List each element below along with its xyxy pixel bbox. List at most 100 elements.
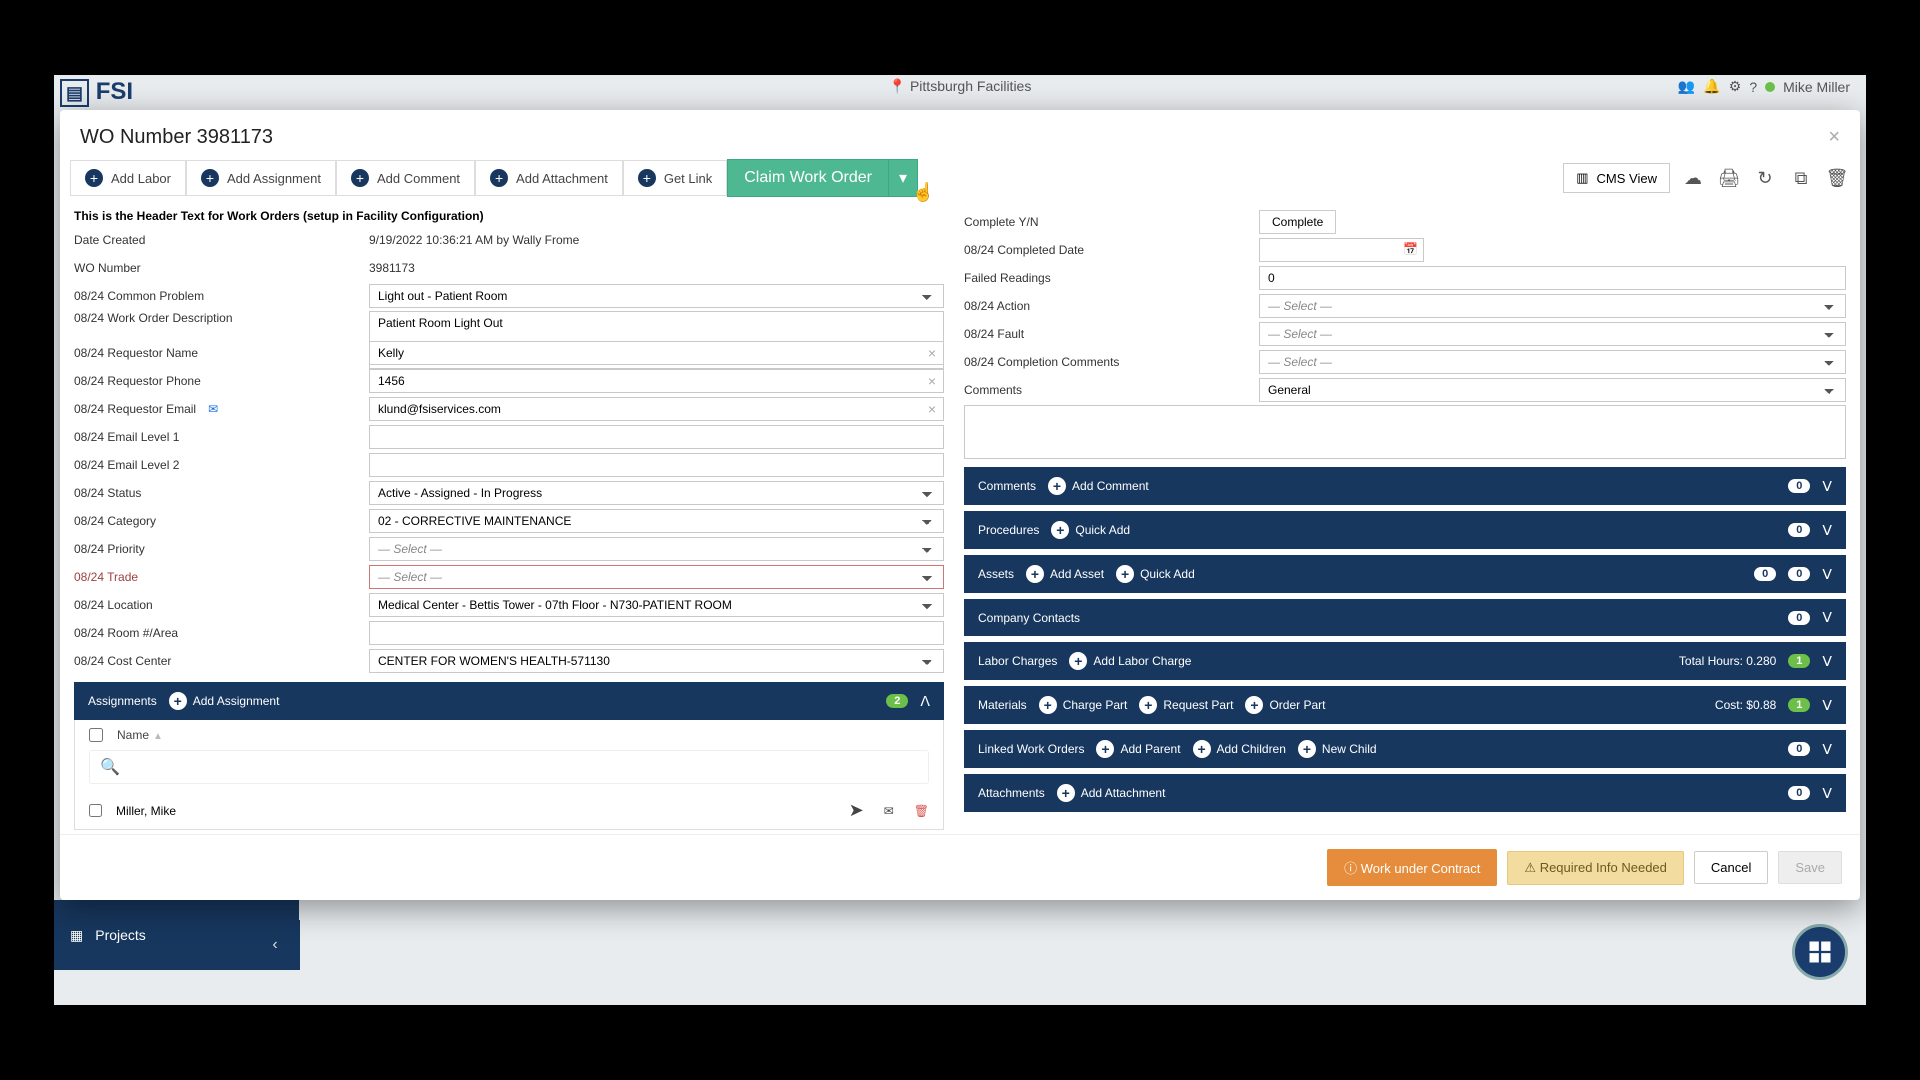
add-children-button[interactable]: +Add Children — [1193, 740, 1286, 758]
assignee-name: Miller, Mike — [116, 804, 176, 818]
category-select[interactable]: 02 - CORRECTIVE MAINTENANCE — [369, 509, 944, 533]
complete-button[interactable]: Complete — [1259, 210, 1336, 234]
assets-quick-add-button[interactable]: +Quick Add — [1116, 565, 1195, 583]
print-icon[interactable]: 🖨 — [1716, 165, 1742, 191]
sort-icon: ▲ — [153, 731, 163, 742]
brand-logo: ▤ FSI — [60, 78, 133, 106]
add-asset-button[interactable]: +Add Asset — [1026, 565, 1104, 583]
requestor-phone-input[interactable] — [369, 369, 944, 393]
location-label: 08/24 Location — [74, 598, 369, 612]
history-icon[interactable]: ↻ — [1752, 165, 1778, 191]
cloud-icon[interactable]: ☁ — [1680, 165, 1706, 191]
add-labor-charge-button[interactable]: +Add Labor Charge — [1069, 652, 1191, 670]
new-child-button[interactable]: +New Child — [1298, 740, 1377, 758]
email-icon[interactable]: ✉ — [208, 402, 218, 416]
chevron-up-icon[interactable]: ᐱ — [920, 693, 930, 710]
work-under-contract-button[interactable]: ⓘ Work under Contract — [1327, 849, 1497, 886]
modal-toolbar: +Add Labor +Add Assignment +Add Comment … — [60, 159, 1860, 205]
requestor-name-input[interactable] — [369, 341, 944, 365]
order-part-button[interactable]: +Order Part — [1245, 696, 1325, 714]
location-select[interactable]: Medical Center - Bettis Tower - 07th Flo… — [369, 593, 944, 617]
facility-name: 📍 Pittsburgh Facilities — [889, 78, 1032, 95]
save-button[interactable]: Save — [1778, 851, 1842, 884]
status-select[interactable]: Active - Assigned - In Progress — [369, 481, 944, 505]
clear-icon[interactable]: × — [928, 345, 936, 361]
name-column-header[interactable]: Name▲ — [117, 728, 163, 742]
mail-icon[interactable]: ✉ — [884, 804, 894, 818]
modal-title: WO Number 3981173 — [80, 126, 273, 149]
calendar-icon[interactable]: 📅 — [1403, 242, 1418, 256]
labor-charges-panel-head[interactable]: Labor Charges +Add Labor Charge Total Ho… — [964, 642, 1846, 680]
copy-icon[interactable]: ⧉ — [1788, 165, 1814, 191]
assignments-count-badge: 2 — [886, 694, 908, 708]
user-menu[interactable]: 👥🔔⚙?Mike Miller — [1678, 78, 1850, 95]
plus-icon: + — [638, 169, 656, 187]
delete-row-icon[interactable]: 🗑 — [914, 804, 929, 818]
materials-panel-head[interactable]: Materials +Charge Part +Request Part +Or… — [964, 686, 1846, 724]
failed-readings-label: Failed Readings — [964, 271, 1259, 285]
add-attachment-panel-button[interactable]: +Add Attachment — [1057, 784, 1166, 802]
add-comment-button[interactable]: +Add Comment — [336, 160, 475, 196]
requestor-name-label: 08/24 Requestor Name — [74, 346, 369, 360]
trade-select[interactable]: — Select — — [369, 565, 944, 589]
email-level-2-input[interactable] — [369, 453, 944, 477]
add-comment-panel-button[interactable]: +Add Comment — [1048, 477, 1149, 495]
common-problem-label: 08/24 Common Problem — [74, 289, 369, 303]
date-created-label: Date Created — [74, 233, 369, 247]
linked-work-orders-panel-head[interactable]: Linked Work Orders +Add Parent +Add Chil… — [964, 730, 1846, 768]
action-select[interactable]: — Select — — [1259, 294, 1846, 318]
assignment-search[interactable]: 🔍 — [89, 750, 929, 784]
chevron-down-icon[interactable]: ᐯ — [1822, 478, 1832, 495]
completion-comments-select[interactable]: — Select — — [1259, 350, 1846, 374]
comments-panel-head[interactable]: Comments +Add Comment 0ᐯ — [964, 467, 1846, 505]
fab-button[interactable] — [1792, 924, 1848, 980]
claim-work-order-button[interactable]: Claim Work Order ▾ — [727, 159, 918, 197]
assets-panel-head[interactable]: Assets +Add Asset +Quick Add 00ᐯ — [964, 555, 1846, 593]
fault-select[interactable]: — Select — — [1259, 322, 1846, 346]
company-contacts-panel-head[interactable]: Company Contacts 0ᐯ — [964, 599, 1846, 636]
work-order-modal: WO Number 3981173 × +Add Labor +Add Assi… — [60, 110, 1860, 900]
get-link-button[interactable]: +Get Link — [623, 160, 727, 196]
completed-date-input[interactable] — [1259, 238, 1424, 262]
priority-select[interactable]: — Select — — [369, 537, 944, 561]
completed-date-label: 08/24 Completed Date — [964, 243, 1259, 257]
add-attachment-button[interactable]: +Add Attachment — [475, 160, 623, 196]
total-hours-label: Total Hours: 0.280 — [1679, 654, 1776, 668]
cms-view-button[interactable]: ▥CMS View — [1563, 163, 1670, 193]
request-part-button[interactable]: +Request Part — [1139, 696, 1233, 714]
room-input[interactable] — [369, 621, 944, 645]
cancel-button[interactable]: Cancel — [1694, 851, 1768, 884]
failed-readings-input[interactable] — [1259, 266, 1846, 290]
procedures-quick-add-button[interactable]: +Quick Add — [1051, 521, 1130, 539]
common-problem-select[interactable]: Light out - Patient Room — [369, 284, 944, 308]
clear-icon[interactable]: × — [928, 401, 936, 417]
email-level-1-input[interactable] — [369, 425, 944, 449]
attachments-panel-head[interactable]: Attachments +Add Attachment 0ᐯ — [964, 774, 1846, 812]
comments-type-select[interactable]: General — [1259, 378, 1846, 402]
add-parent-button[interactable]: +Add Parent — [1096, 740, 1180, 758]
action-label: 08/24 Action — [964, 299, 1259, 313]
delete-icon[interactable]: 🗑 — [1824, 165, 1850, 191]
category-label: 08/24 Category — [74, 514, 369, 528]
modal-close-button[interactable]: × — [1828, 126, 1840, 149]
wo-number-label: WO Number — [74, 261, 369, 275]
required-info-needed-button[interactable]: ⚠ Required Info Needed — [1507, 851, 1683, 885]
clear-icon[interactable]: × — [928, 373, 936, 389]
select-all-checkbox[interactable] — [89, 728, 103, 742]
comments-textarea[interactable] — [964, 405, 1846, 459]
add-assignment-panel-button[interactable]: +Add Assignment — [169, 692, 280, 710]
plus-icon: + — [85, 169, 103, 187]
add-labor-button[interactable]: +Add Labor — [70, 160, 186, 196]
sidebar-collapse-button[interactable]: ‹ — [250, 920, 300, 970]
requestor-email-input[interactable] — [369, 397, 944, 421]
send-icon[interactable]: ➤ — [849, 800, 864, 821]
email-level-1-label: 08/24 Email Level 1 — [74, 430, 369, 444]
requestor-email-label: 08/24 Requestor Email✉ — [74, 402, 369, 416]
add-assignment-button[interactable]: +Add Assignment — [186, 160, 336, 196]
row-checkbox[interactable] — [89, 804, 102, 817]
chevron-down-icon[interactable]: ▾ — [888, 160, 917, 196]
charge-part-button[interactable]: +Charge Part — [1039, 696, 1128, 714]
plus-icon: + — [490, 169, 508, 187]
procedures-panel-head[interactable]: Procedures +Quick Add 0ᐯ — [964, 511, 1846, 549]
cost-center-select[interactable]: CENTER FOR WOMEN'S HEALTH-571130 — [369, 649, 944, 673]
